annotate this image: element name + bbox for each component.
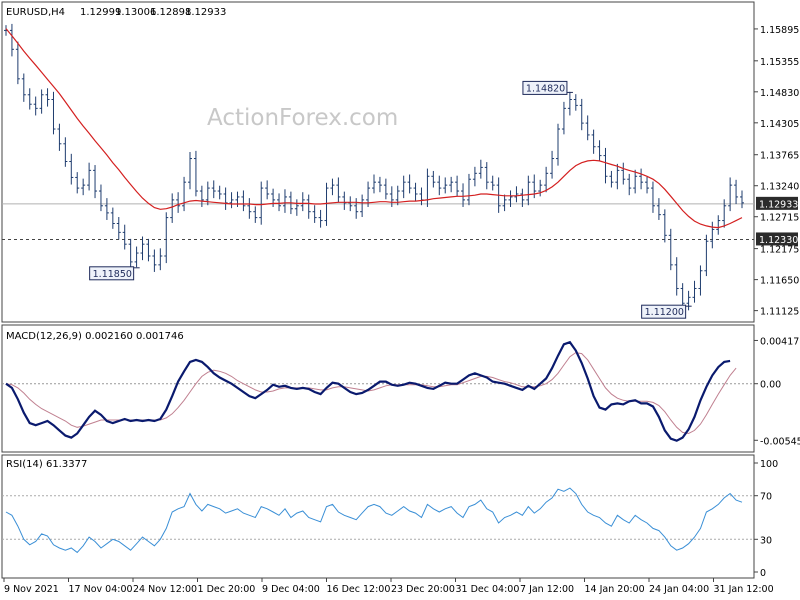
rsi-panel	[1, 454, 755, 579]
macd-label: MACD(12,26,9) 0.002160 0.001746	[6, 331, 184, 342]
price-tick-label: 1.12175	[760, 245, 799, 256]
rsi-tick-label: 30	[760, 535, 772, 546]
price-tick-label: 1.12715	[760, 213, 799, 224]
macd-tick-label: -0.005456	[760, 436, 800, 447]
x-tick-label: 17 Nov 04:00	[69, 584, 133, 595]
annotation-label: 1.11850	[93, 269, 132, 280]
support-level-tag: 1.12330	[759, 235, 798, 246]
x-tick-label: 31 Jan 12:00	[714, 584, 774, 595]
annotation-label: 1.14820	[526, 83, 565, 94]
x-tick-label: 24 Nov 12:00	[133, 584, 197, 595]
price-y-axis: 1.15895 1.15355 1.14830 1.14305 1.13765 1.132…	[754, 25, 799, 318]
price-tick-label: 1.15895	[760, 25, 799, 36]
x-tick-label: 24 Jan 04:00	[649, 584, 709, 595]
x-tick-label: 9 Dec 04:00	[262, 584, 320, 595]
x-tick-label: 14 Jan 20:00	[585, 584, 645, 595]
chart: ActionForex.com EURUSD,H4 1.12999 1.1300…	[1, 1, 800, 595]
watermark: ActionForex.com	[207, 105, 398, 131]
current-price-tag: 1.12933	[759, 199, 798, 210]
x-tick-label: 9 Nov 2021	[4, 584, 59, 595]
x-tick-label: 31 Dec 04:00	[456, 584, 520, 595]
price-header: EURUSD,H4 1.12999 1.13006 1.12898 1.1293…	[6, 7, 226, 18]
rsi-label: RSI(14) 61.3377	[6, 459, 87, 470]
x-tick-label: 7 Jan 12:00	[520, 584, 574, 595]
header-close: 1.12933	[185, 7, 226, 18]
macd-tick-label: 0.00417	[760, 336, 799, 347]
price-tick-label: 1.13240	[760, 182, 799, 193]
rsi-tick-label: 100	[760, 459, 778, 470]
rsi-y-axis: 100 70 30 0	[754, 459, 778, 579]
x-tick-label: 23 Dec 20:00	[391, 584, 455, 595]
time-x-axis: 9 Nov 2021 17 Nov 04:00 24 Nov 12:00 1 Dec …	[3, 578, 774, 595]
price-tick-label: 1.15355	[760, 57, 799, 68]
price-tick-label: 1.14305	[760, 119, 799, 130]
macd-tick-label: 0.00	[760, 380, 781, 391]
macd-y-axis: 0.00417 0.00 -0.005456	[754, 336, 800, 447]
rsi-tick-label: 70	[760, 492, 772, 503]
price-tick-label: 1.14830	[760, 88, 799, 99]
x-tick-label: 16 Dec 12:00	[327, 584, 391, 595]
x-tick-label: 1 Dec 20:00	[198, 584, 256, 595]
header-symbol: EURUSD,H4	[6, 7, 65, 18]
price-tick-label: 1.13765	[760, 151, 799, 162]
price-tick-label: 1.11650	[760, 276, 799, 287]
annotation-label: 1.11200	[645, 307, 684, 318]
rsi-tick-label: 0	[760, 568, 766, 579]
price-tick-label: 1.11125	[760, 307, 799, 318]
